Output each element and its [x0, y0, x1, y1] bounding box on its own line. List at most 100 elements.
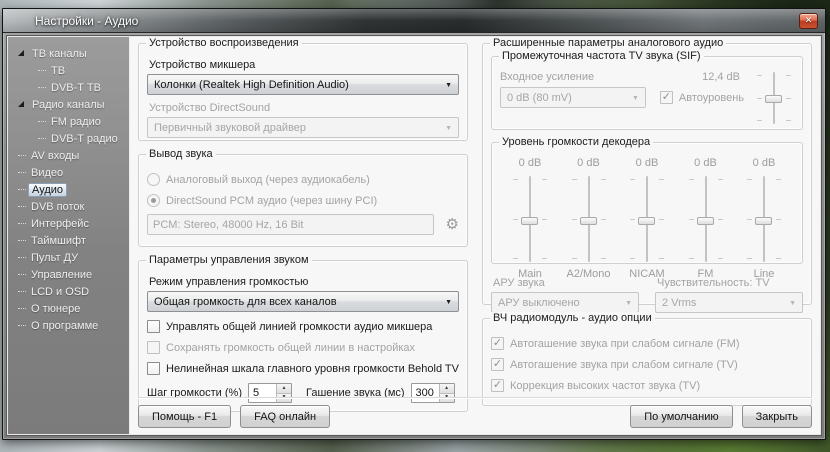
- group-title: Вывод звука: [146, 148, 216, 160]
- mixer-device-value: Колонки (Realtek High Definition Audio): [154, 79, 349, 91]
- sidebar-item-audio[interactable]: Аудио: [14, 181, 127, 198]
- volume-mode-value: Общая громкость для всех каналов: [154, 296, 337, 308]
- agc-select[interactable]: АРУ выключено ▼: [491, 292, 639, 313]
- channel-label: A2/Mono: [566, 268, 610, 280]
- save-master-volume-checkbox[interactable]: [147, 341, 160, 354]
- directsound-device-label: Устройство DirectSound: [149, 102, 457, 114]
- close-dialog-button[interactable]: Закрыть: [742, 405, 812, 428]
- sidebar-item-fm-radio[interactable]: FM радио: [14, 113, 127, 130]
- slider-thumb[interactable]: [697, 217, 714, 225]
- tree-connector: [38, 121, 46, 122]
- sidebar-tree: ТВ каналы ТВ DVB-T ТВ Радио каналы FM ра…: [8, 37, 129, 434]
- sidebar-item-timeshift[interactable]: Таймшифт: [14, 232, 127, 249]
- spin-up-button[interactable]: ▲: [277, 384, 291, 394]
- help-button[interactable]: Помощь - F1: [138, 405, 231, 428]
- close-button[interactable]: ✕: [799, 13, 818, 29]
- input-gain-select[interactable]: 0 dB (80 mV) ▼: [500, 87, 646, 108]
- decoder-channel-line: 0 dB Line: [736, 157, 792, 280]
- defaults-button-label: По умолчанию: [644, 411, 718, 423]
- desktop-background: Настройки - Аудио ✕ ТВ каналы ТВ DVB-T Т…: [0, 0, 830, 452]
- slider-thumb[interactable]: [755, 217, 772, 225]
- decoder-slider-main[interactable]: [512, 173, 548, 265]
- faq-button-label: FAQ онлайн: [254, 411, 316, 423]
- channel-value: 0 dB: [753, 157, 776, 169]
- decoder-slider-line[interactable]: [746, 173, 782, 265]
- close-button-label: Закрыть: [756, 411, 798, 423]
- group-rf-audio-options: ВЧ радиомодуль - аудио опции ✓ Автогашен…: [482, 318, 812, 406]
- tree-connector: [18, 155, 26, 156]
- check-icon: ✓: [662, 92, 671, 103]
- master-line-checkbox[interactable]: [147, 320, 160, 333]
- help-button-label: Помощь - F1: [152, 411, 217, 423]
- spin-up-button[interactable]: ▲: [440, 384, 454, 394]
- sidebar-item-lcd-osd[interactable]: LCD и OSD: [14, 283, 127, 300]
- hf-correction-checkbox[interactable]: ✓: [491, 379, 504, 392]
- sensitivity-select[interactable]: 2 Vrms ▼: [655, 292, 803, 313]
- sidebar-item-label: FM радио: [48, 116, 104, 128]
- sensitivity-value: 2 Vrms: [662, 297, 696, 309]
- mixer-device-label: Устройство микшера: [149, 59, 457, 71]
- channel-label: NICAM: [629, 268, 664, 280]
- mixer-device-select[interactable]: Колонки (Realtek High Definition Audio) …: [147, 74, 459, 95]
- chevron-down-icon: ▼: [445, 125, 452, 132]
- sidebar-item-remote-control[interactable]: Пульт ДУ: [14, 249, 127, 266]
- tree-connector: [18, 308, 26, 309]
- sidebar-item-dvbt-radio[interactable]: DVB-T радио: [14, 130, 127, 147]
- decoder-channel-nicam: 0 dB NICAM: [619, 157, 675, 280]
- volume-mode-label: Режим управления громкостью: [149, 276, 457, 288]
- agc-value: АРУ выключено: [498, 297, 580, 309]
- sidebar-item-video[interactable]: Видео: [14, 164, 127, 181]
- tree-connector: [38, 138, 46, 139]
- auto-level-checkbox[interactable]: ✓: [660, 91, 673, 104]
- gear-icon[interactable]: ⚙: [446, 217, 459, 232]
- slider-ticks: [572, 179, 577, 259]
- auto-mute-fm-checkbox[interactable]: ✓: [491, 337, 504, 350]
- directsound-pcm-radio[interactable]: [147, 194, 160, 207]
- sidebar-item-about-program[interactable]: О программе: [14, 317, 127, 334]
- tree-expander-icon[interactable]: [18, 101, 24, 107]
- group-title: Параметры управления звуком: [146, 254, 312, 266]
- tree-connector: [18, 189, 26, 190]
- sidebar-item-label: ТВ: [48, 65, 68, 77]
- sidebar-item-tv-channels[interactable]: ТВ каналы: [14, 45, 127, 62]
- tree-connector: [18, 172, 26, 173]
- sidebar-item-dvbt-tv[interactable]: DVB-T ТВ: [14, 79, 127, 96]
- spin-up-icon: ▲: [282, 386, 287, 391]
- slider-ticks: [630, 179, 635, 259]
- sidebar-item-label: DVB-T ТВ: [48, 82, 104, 94]
- slider-thumb[interactable]: [580, 217, 597, 225]
- group-advanced-analog-audio: Расширенные параметры аналогового аудио …: [482, 43, 812, 305]
- analog-output-radio[interactable]: [147, 173, 160, 186]
- tree-connector: [18, 240, 26, 241]
- tree-connector: [18, 274, 26, 275]
- directsound-device-select[interactable]: Первичный звуковой драйвер ▼: [147, 117, 459, 138]
- tree-connector: [38, 87, 46, 88]
- decoder-channel-fm: 0 dB FM: [678, 157, 734, 280]
- decoder-slider-nicam[interactable]: [629, 173, 665, 265]
- channel-value: 0 dB: [694, 157, 717, 169]
- defaults-button[interactable]: По умолчанию: [630, 405, 732, 428]
- sidebar-item-av-inputs[interactable]: AV входы: [14, 147, 127, 164]
- sidebar-item-about-tuner[interactable]: О тюнере: [14, 300, 127, 317]
- sidebar-item-radio-channels[interactable]: Радио каналы: [14, 96, 127, 113]
- slider-ticks: [757, 75, 762, 121]
- sidebar-item-tv[interactable]: ТВ: [14, 62, 127, 79]
- auto-mute-tv-checkbox[interactable]: ✓: [491, 358, 504, 371]
- nonlinear-scale-checkbox[interactable]: [147, 362, 160, 375]
- faq-online-button[interactable]: FAQ онлайн: [240, 405, 330, 428]
- volume-mode-select[interactable]: Общая громкость для всех каналов ▼: [147, 291, 459, 312]
- sidebar-item-management[interactable]: Управление: [14, 266, 127, 283]
- sidebar-item-label: Пульт ДУ: [28, 252, 81, 264]
- slider-ticks: [601, 179, 606, 259]
- sif-level-slider[interactable]: [756, 69, 792, 127]
- chevron-down-icon: ▼: [632, 95, 639, 102]
- sidebar-item-dvb-stream[interactable]: DVB поток: [14, 198, 127, 215]
- slider-thumb[interactable]: [765, 95, 782, 103]
- decoder-slider-a2mono[interactable]: [571, 173, 607, 265]
- decoder-slider-fm[interactable]: [688, 173, 724, 265]
- slider-thumb[interactable]: [638, 217, 655, 225]
- sidebar-item-interface[interactable]: Интерфейс: [14, 215, 127, 232]
- tree-expander-icon[interactable]: [18, 50, 24, 56]
- slider-thumb[interactable]: [521, 217, 538, 225]
- close-icon: ✕: [805, 16, 813, 25]
